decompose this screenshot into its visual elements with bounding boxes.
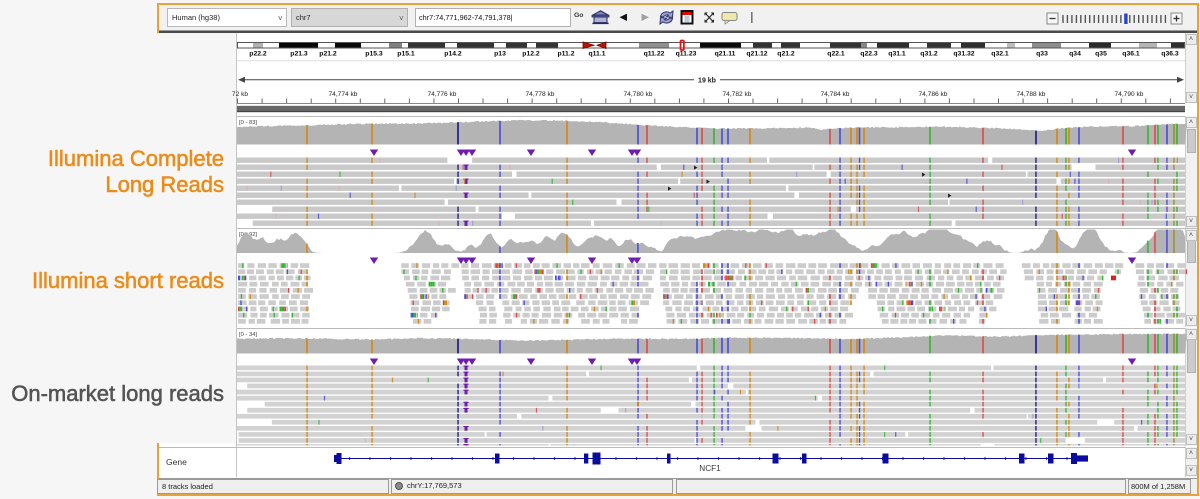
svg-text:p21.3: p21.3 <box>290 50 308 57</box>
svg-text:p12.2: p12.2 <box>522 50 540 57</box>
svg-text:[0 - 83]: [0 - 83] <box>239 120 257 126</box>
svg-text:q31.32: q31.32 <box>953 50 974 57</box>
svg-text:q11.23: q11.23 <box>676 50 697 57</box>
svg-text:q31.1: q31.1 <box>888 50 906 57</box>
svg-text:p21.2: p21.2 <box>319 50 337 57</box>
svg-text:72 kb: 72 kb <box>232 91 248 98</box>
svg-text:q11.1: q11.1 <box>588 50 605 57</box>
svg-text:q36.1: q36.1 <box>1122 50 1140 57</box>
svg-text:[0 - 34]: [0 - 34] <box>239 332 257 338</box>
svg-text:q35: q35 <box>1095 50 1107 57</box>
svg-text:74,784 kb: 74,784 kb <box>821 91 850 98</box>
svg-text:74,780 kb: 74,780 kb <box>624 91 653 98</box>
svg-text:p15.3: p15.3 <box>365 50 383 57</box>
svg-text:q36.3: q36.3 <box>1161 50 1179 57</box>
svg-text:p14.2: p14.2 <box>444 50 462 57</box>
svg-text:74,778 kb: 74,778 kb <box>526 91 555 98</box>
svg-text:q11.22: q11.22 <box>644 50 665 57</box>
svg-text:19 kb: 19 kb <box>698 78 716 85</box>
svg-text:74,776 kb: 74,776 kb <box>428 91 457 98</box>
svg-text:q22.1: q22.1 <box>827 50 845 57</box>
svg-text:74,790 kb: 74,790 kb <box>1115 91 1144 98</box>
svg-text:q21.11: q21.11 <box>715 50 736 57</box>
svg-text:q31.2: q31.2 <box>920 50 938 57</box>
svg-text:p22.2: p22.2 <box>249 50 267 57</box>
svg-text:p13: p13 <box>494 50 506 57</box>
svg-text:p11.2: p11.2 <box>557 50 574 57</box>
svg-text:q32.1: q32.1 <box>991 50 1009 57</box>
svg-text:p15.1: p15.1 <box>397 50 415 57</box>
svg-text:q21.2: q21.2 <box>777 50 795 57</box>
svg-text:74,774 kb: 74,774 kb <box>329 91 358 98</box>
svg-text:74,786 kb: 74,786 kb <box>919 91 948 98</box>
svg-text:q33: q33 <box>1036 50 1048 57</box>
svg-text:q22.3: q22.3 <box>860 50 878 57</box>
svg-text:q21.12: q21.12 <box>746 50 767 57</box>
svg-text:q34: q34 <box>1069 50 1081 57</box>
svg-text:74,788 kb: 74,788 kb <box>1017 91 1046 98</box>
svg-text:NCF1: NCF1 <box>699 464 721 473</box>
svg-text:74,782 kb: 74,782 kb <box>723 91 752 98</box>
